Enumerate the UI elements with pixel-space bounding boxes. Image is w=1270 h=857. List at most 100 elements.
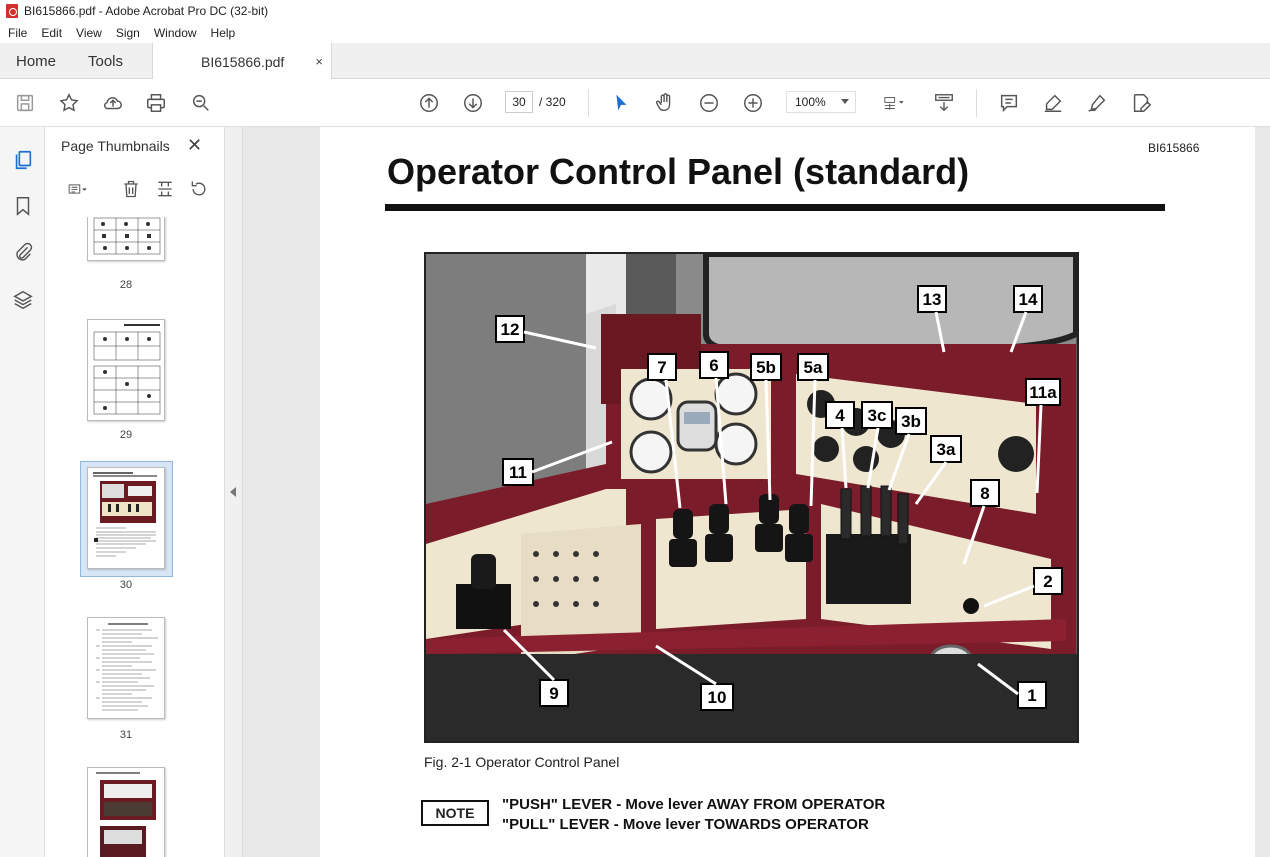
svg-text:3c: 3c (868, 406, 887, 425)
close-tab-icon[interactable]: × (315, 54, 323, 69)
svg-text:6: 6 (709, 356, 718, 375)
callout-6: 6 (699, 351, 729, 379)
zoom-search-icon[interactable] (189, 91, 213, 115)
page-total: / 320 (539, 95, 566, 109)
control-panel-photo: 13 14 12 7 6 5b 5a 11a 4 3c 3b 3a 11 8 2… (424, 252, 1079, 743)
svg-text:4: 4 (835, 406, 845, 425)
panel-title: Page Thumbnails (61, 138, 170, 154)
document-id: BI615866 (1148, 141, 1200, 155)
title-bar: BI615866.pdf - Adobe Acrobat Pro DC (32-… (0, 0, 1270, 22)
document-view: BI615866 Operator Control Panel (standar… (243, 127, 1270, 857)
note-line: "PUSH" LEVER - Move lever AWAY FROM OPER… (502, 796, 886, 813)
thumbnail-page-32[interactable] (87, 767, 165, 857)
svg-text:5a: 5a (804, 358, 823, 377)
tab-home[interactable]: Home (16, 43, 56, 79)
zoom-value: 100% (795, 95, 826, 109)
pdf-page: BI615866 Operator Control Panel (standar… (320, 127, 1255, 857)
svg-text:5b: 5b (756, 358, 776, 377)
edit-pdf-icon[interactable] (1129, 91, 1153, 115)
rotate-page-icon[interactable] (187, 177, 211, 201)
callout-3b: 3b (895, 407, 927, 435)
callout-3a: 3a (930, 435, 962, 463)
callout-14: 14 (1013, 285, 1043, 313)
zoom-in-icon[interactable] (741, 91, 765, 115)
zoom-select[interactable]: 100% (786, 91, 856, 113)
callout-11: 11 (502, 458, 534, 486)
thumbnail-list: 28 29 30 31 (45, 217, 203, 857)
menu-file[interactable]: File (0, 26, 33, 40)
callout-10: 10 (700, 683, 734, 711)
menu-help[interactable]: Help (203, 26, 242, 40)
main-toolbar: 30 / 320 100% (0, 79, 1270, 127)
select-arrow-icon[interactable] (609, 91, 633, 115)
svg-text:13: 13 (923, 290, 942, 309)
star-icon[interactable] (57, 91, 81, 115)
svg-text:3b: 3b (901, 412, 921, 431)
page-down-icon[interactable] (461, 91, 485, 115)
callout-5b: 5b (750, 353, 782, 381)
callout-5a: 5a (797, 353, 829, 381)
menu-window[interactable]: Window (146, 26, 203, 40)
upload-icon[interactable] (101, 91, 125, 115)
page-title: Operator Control Panel (standard) (387, 151, 970, 192)
toolbar-divider (588, 89, 589, 117)
fit-page-icon[interactable] (876, 91, 912, 115)
callout-11a: 11a (1025, 378, 1061, 406)
page-up-icon[interactable] (417, 91, 441, 115)
thumbnail-label: 30 (119, 579, 133, 591)
comment-icon[interactable] (997, 91, 1021, 115)
svg-text:1: 1 (1027, 686, 1036, 705)
thumbnail-label: 31 (119, 729, 133, 741)
sign-icon[interactable] (1085, 91, 1109, 115)
close-panel-icon[interactable]: ✕ (187, 135, 202, 156)
save-icon[interactable] (13, 91, 37, 115)
thumbnail-page-29[interactable] (87, 319, 165, 421)
page-number-input[interactable]: 30 (505, 91, 533, 113)
figure-caption: Fig. 2-1 Operator Control Panel (424, 754, 620, 770)
zoom-out-icon[interactable] (697, 91, 721, 115)
svg-text:12: 12 (501, 320, 520, 339)
svg-text:14: 14 (1019, 290, 1038, 309)
callout-2: 2 (1033, 567, 1063, 595)
window-title: BI615866.pdf - Adobe Acrobat Pro DC (32-… (24, 4, 269, 18)
attachment-icon[interactable] (10, 239, 36, 265)
acrobat-pdf-icon (6, 4, 18, 18)
callout-9: 9 (539, 679, 569, 707)
callout-12: 12 (495, 315, 525, 343)
highlight-icon[interactable] (1041, 91, 1065, 115)
callout-8: 8 (970, 479, 1000, 507)
note-line: "PULL" LEVER - Move lever TOWARDS OPERAT… (502, 816, 869, 833)
svg-text:11: 11 (509, 463, 527, 482)
menu-edit[interactable]: Edit (33, 26, 68, 40)
insert-page-icon[interactable] (153, 177, 177, 201)
collapse-panel-handle[interactable] (225, 127, 243, 857)
svg-text:11a: 11a (1029, 383, 1057, 402)
callout-1: 1 (1017, 681, 1047, 709)
thumbnail-page-30[interactable] (87, 467, 165, 569)
bookmark-icon[interactable] (10, 193, 36, 219)
callout-3c: 3c (861, 401, 893, 429)
hand-icon[interactable] (653, 91, 677, 115)
callout-13: 13 (917, 285, 947, 313)
tab-document-label: BI615866.pdf (201, 53, 285, 70)
delete-page-icon[interactable] (119, 177, 143, 201)
tab-tools[interactable]: Tools (88, 43, 123, 79)
print-icon[interactable] (144, 91, 168, 115)
svg-text:10: 10 (708, 688, 727, 707)
menu-sign[interactable]: Sign (108, 26, 146, 40)
thumbnail-options-icon[interactable] (61, 177, 95, 201)
page-thumbnails-icon[interactable] (10, 147, 36, 173)
tab-document[interactable]: BI615866.pdf × (152, 43, 332, 80)
menu-bar: File Edit View Sign Window Help (0, 22, 1270, 43)
callout-4: 4 (825, 401, 855, 429)
menu-view[interactable]: View (68, 26, 108, 40)
chevron-left-icon (230, 487, 236, 497)
svg-text:3a: 3a (937, 440, 956, 459)
chevron-down-icon (841, 99, 849, 104)
svg-text:2: 2 (1043, 572, 1052, 591)
scroll-mode-icon[interactable] (932, 91, 956, 115)
svg-text:7: 7 (657, 358, 666, 377)
thumbnail-page-28[interactable] (87, 217, 165, 261)
layers-icon[interactable] (10, 287, 36, 313)
thumbnail-page-31[interactable] (87, 617, 165, 719)
